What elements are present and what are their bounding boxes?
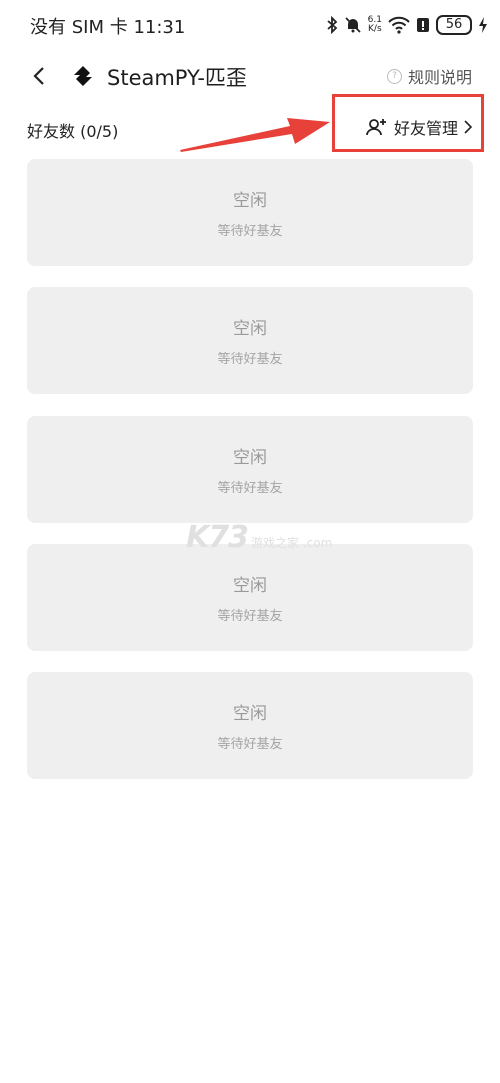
rules-button[interactable]: ? 规则说明 <box>386 64 472 88</box>
steampy-logo-icon <box>74 66 92 86</box>
bell-muted-icon <box>345 17 361 33</box>
chevron-right-icon <box>464 120 472 134</box>
help-icon: ? <box>386 68 402 84</box>
watermark: K73 游戏之家 .com <box>186 520 332 555</box>
slot-subtitle: 等待好基友 <box>217 224 283 239</box>
friend-slot[interactable]: 空闲 等待好基友 <box>27 159 473 266</box>
add-user-icon <box>366 119 386 136</box>
slot-subtitle: 等待好基友 <box>217 352 283 367</box>
page-title: SteamPY-匹歪 <box>107 66 247 90</box>
slot-subtitle: 等待好基友 <box>217 481 283 496</box>
friend-slot[interactable]: 空闲 等待好基友 <box>27 544 473 651</box>
clock: 11:31 <box>133 17 186 38</box>
friend-slot[interactable]: 空闲 等待好基友 <box>27 287 473 394</box>
slot-status: 空闲 <box>233 319 267 339</box>
watermark-text: K73 <box>186 520 249 555</box>
slot-status: 空闲 <box>233 448 267 468</box>
friend-slot[interactable]: 空闲 等待好基友 <box>27 672 473 779</box>
carrier-label: 没有 SIM 卡 <box>30 17 128 38</box>
bluetooth-icon <box>327 16 337 34</box>
charging-icon <box>479 17 487 33</box>
network-speed: 6.1 K/s <box>368 16 382 34</box>
slot-status: 空闲 <box>233 191 267 211</box>
status-bar: 没有 SIM 卡 11:31 6.1 K/s 56 <box>0 0 500 48</box>
wifi-icon <box>388 16 410 34</box>
friend-count-label: 好友数 (0/5) <box>27 122 119 141</box>
slot-status: 空闲 <box>233 704 267 724</box>
rules-label: 规则说明 <box>407 68 472 87</box>
slot-subtitle: 等待好基友 <box>217 609 283 624</box>
battery-indicator: 56 <box>436 15 472 35</box>
friend-manage-label: 好友管理 <box>393 119 458 138</box>
alert-icon <box>417 18 429 32</box>
annotation-arrow-icon <box>180 118 330 152</box>
back-button[interactable] <box>26 62 52 90</box>
chevron-left-icon <box>33 67 44 85</box>
friend-manage-button[interactable]: 好友管理 <box>366 115 472 139</box>
watermark-sub: 游戏之家 .com <box>251 536 333 550</box>
carrier-time: 没有 SIM 卡 11:31 <box>30 13 185 39</box>
speed-unit: K/s <box>368 24 382 34</box>
app-header: SteamPY-匹歪 ? 规则说明 <box>0 52 500 100</box>
slot-status: 空闲 <box>233 576 267 596</box>
slot-subtitle: 等待好基友 <box>217 737 283 752</box>
status-icons: 6.1 K/s 56 <box>326 12 488 38</box>
friend-slot[interactable]: 空闲 等待好基友 <box>27 416 473 523</box>
